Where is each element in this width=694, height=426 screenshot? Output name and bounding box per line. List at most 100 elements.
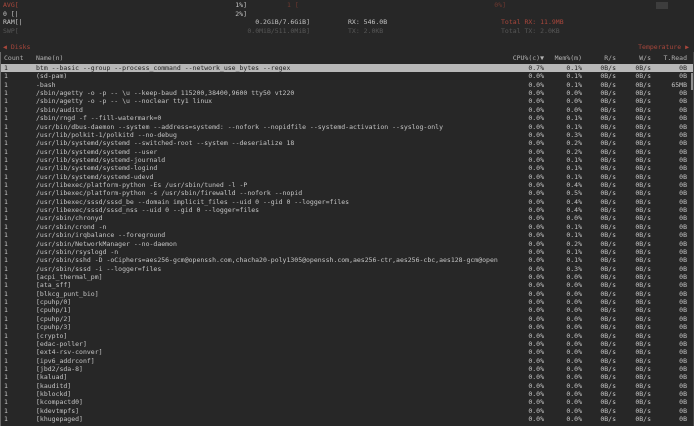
process-cpu: 0.0%	[498, 223, 544, 231]
process-count: 1	[1, 214, 34, 222]
process-row[interactable]: 1[kcompactd0]0.0%0.0%0B/s0B/s0B	[1, 398, 693, 406]
process-row[interactable]: 1/usr/lib/systemd/systemd --switched-roo…	[1, 139, 693, 147]
process-row[interactable]: 1[edac-poller]0.0%0.0%0B/s0B/s0B	[1, 340, 693, 348]
process-count: 1	[1, 348, 34, 356]
process-row[interactable]: 1[cpuhp/0]0.0%0.0%0B/s0B/s0B	[1, 298, 693, 306]
process-row[interactable]: 1[kaluad]0.0%0.0%0B/s0B/s0B	[1, 373, 693, 381]
cpu-avg-gauge-value: 1%]	[235, 2, 247, 9]
process-mem: 0.0%	[544, 332, 582, 340]
process-mem: 0.0%	[544, 390, 582, 398]
process-write-per-sec: 0B/s	[616, 64, 651, 72]
process-row[interactable]: 1[kdevtmpfs]0.0%0.0%0B/s0B/s0B	[1, 407, 693, 415]
process-read-per-sec: 0B/s	[582, 164, 616, 172]
process-mem: 0.1%	[544, 248, 582, 256]
nav-disks-left[interactable]: ◀ Disks	[3, 43, 30, 51]
process-total-read: 0B	[651, 139, 687, 147]
process-row[interactable]: 1/usr/sbin/NetworkManager --no-daemon0.0…	[1, 240, 693, 248]
process-row[interactable]: 1/sbin/rngd -f --fill-watermark=00.0%0.1…	[1, 114, 693, 122]
header-read-per-sec[interactable]: R/s	[582, 52, 616, 64]
process-cpu: 0.0%	[498, 81, 544, 89]
process-row[interactable]: 1/usr/lib/polkit-1/polkitd --no-debug0.0…	[1, 131, 693, 139]
process-cpu: 0.0%	[498, 382, 544, 390]
process-name: /usr/sbin/irqbalance --foreground	[34, 231, 498, 239]
process-row[interactable]: 1[ipv6_addrconf]0.0%0.0%0B/s0B/s0B	[1, 357, 693, 365]
process-row[interactable]: 1/usr/libexec/platform-python -s /usr/sb…	[1, 189, 693, 197]
process-row[interactable]: 1[kauditd]0.0%0.0%0B/s0B/s0B	[1, 382, 693, 390]
process-row[interactable]: 1/usr/bin/dbus-daemon --system --address…	[1, 123, 693, 131]
process-row[interactable]: 1[jbd2/sda-8]0.0%0.0%0B/s0B/s0B	[1, 365, 693, 373]
process-row[interactable]: 1/usr/sbin/sssd -i --logger=files0.0%0.3…	[1, 265, 693, 273]
process-count: 1	[1, 198, 34, 206]
process-row[interactable]: 1/usr/libexec/platform-python -Es /usr/s…	[1, 181, 693, 189]
header-total-read[interactable]: T.Read	[651, 52, 687, 64]
header-count[interactable]: Count	[1, 52, 34, 64]
process-mem: 0.0%	[544, 365, 582, 373]
process-row[interactable]: 1/usr/sbin/chronyd0.0%0.0%0B/s0B/s0B	[1, 214, 693, 222]
process-write-per-sec: 0B/s	[616, 223, 651, 231]
process-row[interactable]: 1/usr/sbin/sshd -D -oCiphers=aes256-gcm@…	[1, 256, 693, 264]
process-row[interactable]: 1/usr/lib/systemd/systemd-logind0.0%0.1%…	[1, 164, 693, 172]
process-total-read: 0B	[651, 156, 687, 164]
network-total-rx-value: Total RX: 11.9MB	[501, 19, 564, 26]
process-total-read: 0B	[651, 357, 687, 365]
process-write-per-sec: 0B/s	[616, 306, 651, 314]
process-row[interactable]: 1[ata_sff]0.0%0.0%0B/s0B/s0B	[1, 281, 693, 289]
process-mem: 0.1%	[544, 64, 582, 72]
process-read-per-sec: 0B/s	[582, 231, 616, 239]
process-row[interactable]: 1[crypto]0.0%0.0%0B/s0B/s0B	[1, 332, 693, 340]
process-write-per-sec: 0B/s	[616, 89, 651, 97]
process-count: 1	[1, 148, 34, 156]
process-row[interactable]: 1/usr/lib/systemd/systemd-journald0.0%0.…	[1, 156, 693, 164]
process-row[interactable]: 1/usr/sbin/crond -n0.0%0.1%0B/s0B/s0B	[1, 223, 693, 231]
process-row[interactable]: 1/usr/lib/systemd/systemd-udevd0.0%0.1%0…	[1, 173, 693, 181]
process-row[interactable]: 1/sbin/agetty -o -p -- \u --keep-baud 11…	[1, 89, 693, 97]
process-name: /usr/bin/dbus-daemon --system --address=…	[34, 123, 498, 131]
nav-temperature-right[interactable]: Temperature ▶	[638, 43, 689, 51]
process-cpu: 0.0%	[498, 365, 544, 373]
process-row[interactable]: 1[cpuhp/2]0.0%0.0%0B/s0B/s0B	[1, 315, 693, 323]
process-write-per-sec: 0B/s	[616, 240, 651, 248]
process-row[interactable]: 1[cpuhp/3]0.0%0.0%0B/s0B/s0B	[1, 323, 693, 331]
process-row[interactable]: 1/sbin/agetty -o -p -- \u --noclear tty1…	[1, 97, 693, 105]
header-write-per-sec[interactable]: W/s	[616, 52, 651, 64]
process-row[interactable]: 1/usr/libexec/sssd/sssd_be --domain impl…	[1, 198, 693, 206]
process-row[interactable]: 1/usr/sbin/irqbalance --foreground0.0%0.…	[1, 231, 693, 239]
process-total-read: 0B	[651, 306, 687, 314]
process-write-per-sec: 0B/s	[616, 373, 651, 381]
process-row[interactable]: 1/usr/libexec/sssd/sssd_nss --uid 0 --gi…	[1, 206, 693, 214]
process-write-per-sec: 0B/s	[616, 164, 651, 172]
header-mem[interactable]: Mem%(m)	[544, 52, 582, 64]
process-row[interactable]: 1[blkcg_punt_bio]0.0%0.0%0B/s0B/s0B	[1, 290, 693, 298]
process-name: /usr/libexec/platform-python -s /usr/sbi…	[34, 189, 498, 197]
process-row[interactable]: 1[khugepaged]0.0%0.0%0B/s0B/s0B	[1, 415, 693, 423]
process-name: /usr/libexec/sssd/sssd_be --domain impli…	[34, 198, 498, 206]
process-row[interactable]: 1[ext4-rsv-conver]0.0%0.0%0B/s0B/s0B	[1, 348, 693, 356]
header-name[interactable]: Name(n)	[34, 52, 498, 64]
process-total-read: 0B	[651, 248, 687, 256]
process-write-per-sec: 0B/s	[616, 123, 651, 131]
process-name: /sbin/rngd -f --fill-watermark=0	[34, 114, 498, 122]
process-count: 1	[1, 365, 34, 373]
header-cpu[interactable]: CPU%(c)▼	[498, 52, 544, 64]
process-row[interactable]: 1[cpuhp/1]0.0%0.0%0B/s0B/s0B	[1, 306, 693, 314]
process-total-read: 0B	[651, 415, 687, 423]
table-scrollbar-thumb[interactable]	[691, 73, 693, 90]
process-row[interactable]: 1[kblockd]0.0%0.0%0B/s0B/s0B	[1, 390, 693, 398]
process-row[interactable]: 1/usr/lib/systemd/systemd --user0.0%0.2%…	[1, 148, 693, 156]
process-read-per-sec: 0B/s	[582, 256, 616, 264]
process-cpu: 0.0%	[498, 256, 544, 264]
process-count: 1	[1, 281, 34, 289]
process-cpu: 0.0%	[498, 298, 544, 306]
process-name: [cpuhp/1]	[34, 306, 498, 314]
process-row[interactable]: 1(sd-pam)0.0%0.1%0B/s0B/s0B	[1, 72, 693, 80]
process-total-read: 0B	[651, 281, 687, 289]
process-write-per-sec: 0B/s	[616, 332, 651, 340]
process-row[interactable]: 1/usr/sbin/rsyslogd -n0.0%0.1%0B/s0B/s0B	[1, 248, 693, 256]
process-row[interactable]: 1btm --basic --group --process_command -…	[1, 64, 693, 72]
process-count: 1	[1, 390, 34, 398]
process-mem: 0.1%	[544, 231, 582, 239]
process-row[interactable]: 1-bash0.0%0.1%0B/s0B/s65MB	[1, 81, 693, 89]
process-total-read: 0B	[651, 223, 687, 231]
process-row[interactable]: 1/sbin/auditd0.0%0.0%0B/s0B/s0B	[1, 106, 693, 114]
process-row[interactable]: 1[acpi_thermal_pm]0.0%0.0%0B/s0B/s0B	[1, 273, 693, 281]
